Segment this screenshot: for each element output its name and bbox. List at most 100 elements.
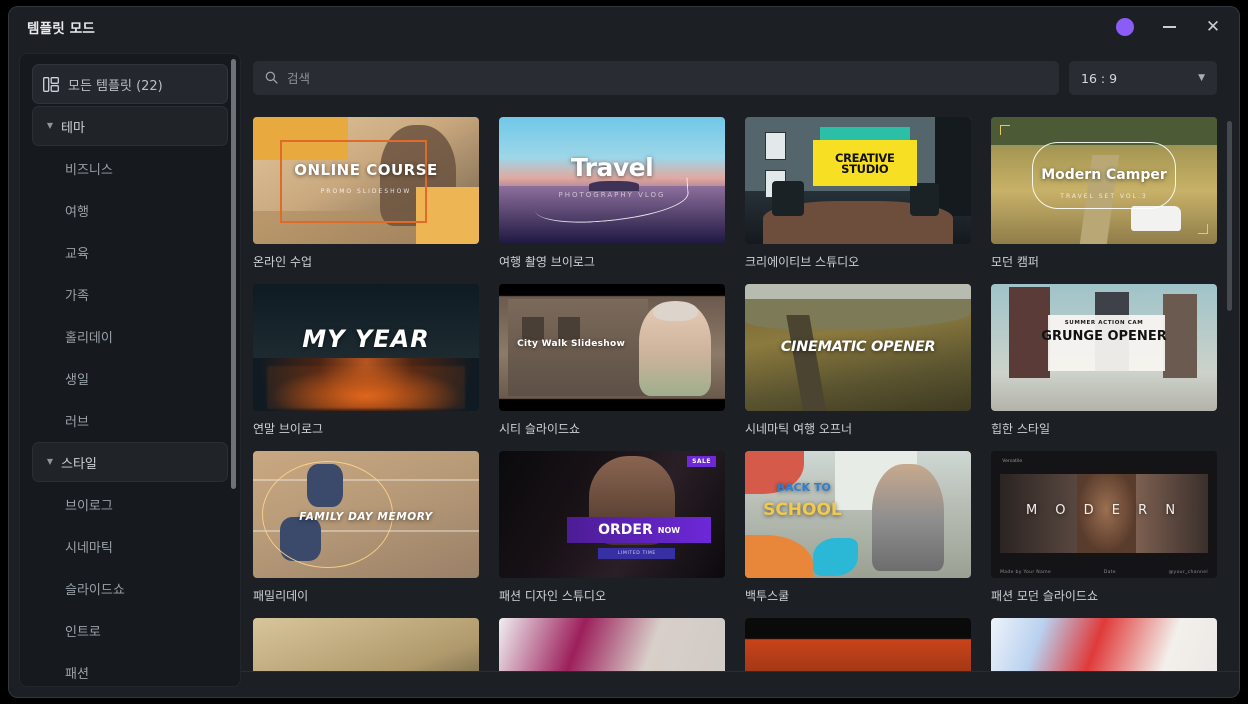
thumbnail-title: M O D E R N — [1025, 503, 1183, 519]
search-box[interactable] — [253, 61, 1059, 95]
window-body: 모든 템플릿 (22) ▼ 테마 비즈니스 여행 교육 가족 홀리데이 생일 러… — [9, 47, 1239, 697]
template-thumbnail[interactable]: Modern Camper TRAVEL SET VOL.3 — [991, 117, 1217, 245]
thumbnail-art — [745, 618, 971, 671]
thumbnail-subtitle: SCHOOL — [763, 500, 842, 521]
sidebar-item-holiday[interactable]: 홀리데이 — [32, 316, 228, 356]
sidebar-item-label: 모든 템플릿 (22) — [68, 78, 163, 94]
template-thumbnail[interactable]: City Walk Slideshow — [499, 284, 725, 412]
template-grid-scroll-area[interactable]: ONLINE COURSE PROMO SLIDESHOW 온라인 수업 Tra… — [241, 103, 1239, 671]
sidebar-group-theme[interactable]: ▼ 테마 — [32, 106, 228, 146]
title-bar: 템플릿 모드 ✕ — [9, 7, 1239, 47]
sidebar-item-travel[interactable]: 여행 — [32, 190, 228, 230]
main-scrollbar[interactable] — [1227, 121, 1232, 311]
template-thumbnail[interactable] — [253, 618, 479, 671]
meta-right: @your_channel — [1168, 569, 1208, 575]
template-card[interactable]: SALE ORDER NOW LIMITED TIME 패션 디자인 스튜디오 — [499, 451, 725, 604]
sidebar-item-slideshow[interactable]: 슬라이드쇼 — [32, 568, 228, 608]
sidebar-item-label: 패션 — [65, 666, 89, 682]
sidebar-item-label: 가족 — [65, 288, 89, 304]
thumbnail-art — [991, 618, 1217, 671]
template-card-label: 힙한 스타일 — [991, 422, 1051, 437]
template-card[interactable]: Travel PHOTOGRAPHY VLOG 여행 촬영 브이로그 — [499, 117, 725, 270]
ribbon-text: LIMITED TIME — [617, 551, 656, 557]
template-card-label: 온라인 수업 — [253, 255, 313, 270]
chevron-down-icon: ▼ — [46, 457, 54, 466]
template-grid: ONLINE COURSE PROMO SLIDESHOW 온라인 수업 Tra… — [253, 103, 1217, 671]
thumbnail-art: CINEMATIC OPENER — [745, 284, 971, 412]
template-thumbnail[interactable] — [499, 618, 725, 671]
thumbnail-title: Travel — [570, 153, 654, 183]
thumbnail-subtitle: TRAVEL SET VOL.3 — [1060, 193, 1148, 201]
sidebar-item-family[interactable]: 가족 — [32, 274, 228, 314]
template-card[interactable]: FAMILY DAY MEMORY 패밀리데이 — [253, 451, 479, 604]
sidebar-item-label: 생일 — [65, 372, 89, 388]
sidebar-item-birthday[interactable]: 생일 — [32, 358, 228, 398]
sidebar-item-label: 러브 — [65, 414, 89, 430]
template-card[interactable]: Modern Camper TRAVEL SET VOL.3 모던 캠퍼 — [991, 117, 1217, 270]
template-card[interactable]: City Walk Slideshow 시티 슬라이드쇼 — [499, 284, 725, 437]
template-thumbnail[interactable]: FAMILY DAY MEMORY — [253, 451, 479, 579]
sidebar-item-vlog[interactable]: 브이로그 — [32, 484, 228, 524]
chevron-down-icon: ▼ — [1198, 73, 1205, 83]
account-avatar-button[interactable] — [1103, 9, 1147, 45]
sidebar-group-label: 테마 — [61, 120, 85, 136]
thumbnail-title: MY YEAR — [302, 325, 430, 354]
template-card[interactable] — [991, 618, 1217, 671]
template-card-label: 패션 모던 슬라이드쇼 — [991, 589, 1098, 604]
sidebar-item-label: 슬라이드쇼 — [65, 582, 125, 598]
thumbnail-art: ONLINE COURSE PROMO SLIDESHOW — [253, 117, 479, 245]
aspect-ratio-value: 16 : 9 — [1081, 70, 1118, 86]
template-card[interactable]: MY YEAR 연말 브이로그 — [253, 284, 479, 437]
page-title: 템플릿 모드 — [27, 21, 95, 37]
sidebar-item-business[interactable]: 비즈니스 — [32, 148, 228, 188]
template-card[interactable]: ONLINE COURSE PROMO SLIDESHOW 온라인 수업 — [253, 117, 479, 270]
template-thumbnail[interactable]: ONLINE COURSE PROMO SLIDESHOW — [253, 117, 479, 245]
minimize-button[interactable] — [1147, 9, 1191, 45]
thumbnail-title: ORDER — [598, 522, 653, 539]
search-input[interactable] — [287, 70, 1047, 86]
sidebar-item-intro[interactable]: 인트로 — [32, 610, 228, 650]
sidebar-item-label: 인트로 — [65, 624, 101, 640]
template-thumbnail[interactable] — [745, 618, 971, 671]
sidebar-item-label: 비즈니스 — [65, 162, 113, 178]
thumbnail-subtitle: PROMO SLIDESHOW — [320, 188, 412, 196]
template-card[interactable]: BACK TO SCHOOL 백투스쿨 — [745, 451, 971, 604]
sidebar-group-style[interactable]: ▼ 스타일 — [32, 442, 228, 482]
thumbnail-art: MY YEAR — [253, 284, 479, 412]
template-card[interactable] — [745, 618, 971, 671]
thumbnail-art: SUMMER ACTION CAM GRUNGE OPENER — [991, 284, 1217, 412]
sidebar-item-love[interactable]: 러브 — [32, 400, 228, 440]
template-thumbnail[interactable]: MY YEAR — [253, 284, 479, 412]
sidebar-item-cinematic[interactable]: 시네마틱 — [32, 526, 228, 566]
template-thumbnail[interactable] — [991, 618, 1217, 671]
search-icon — [265, 69, 278, 88]
aspect-ratio-select[interactable]: 16 : 9 ▼ — [1069, 61, 1217, 95]
template-thumbnail[interactable]: CREATIVE STUDIO — [745, 117, 971, 245]
template-card[interactable] — [499, 618, 725, 671]
template-thumbnail[interactable]: CINEMATIC OPENER — [745, 284, 971, 412]
template-card-label: 패밀리데이 — [253, 589, 309, 604]
template-card[interactable] — [253, 618, 479, 671]
template-card-label: 연말 브이로그 — [253, 422, 324, 437]
sidebar-item-all-templates[interactable]: 모든 템플릿 (22) — [32, 64, 228, 104]
sidebar-scrollbar[interactable] — [231, 59, 236, 489]
sidebar-item-education[interactable]: 교육 — [32, 232, 228, 272]
main-panel: 16 : 9 ▼ ONLINE COURSE — [241, 47, 1239, 697]
sidebar-item-fashion[interactable]: 패션 — [32, 652, 228, 686]
template-card[interactable]: Versatile M O D E R N Made by Your Name … — [991, 451, 1217, 604]
template-thumbnail[interactable]: SUMMER ACTION CAM GRUNGE OPENER — [991, 284, 1217, 412]
template-thumbnail[interactable]: Travel PHOTOGRAPHY VLOG — [499, 117, 725, 245]
sidebar-item-label: 브이로그 — [65, 498, 113, 514]
sidebar-scroll-area[interactable]: 모든 템플릿 (22) ▼ 테마 비즈니스 여행 교육 가족 홀리데이 생일 러… — [20, 54, 240, 686]
template-card[interactable]: CREATIVE STUDIO 크리에이티브 스튜디오 — [745, 117, 971, 270]
close-button[interactable]: ✕ — [1191, 9, 1235, 45]
thumbnail-title: FAMILY DAY MEMORY — [299, 511, 433, 524]
template-card[interactable]: CINEMATIC OPENER 시네마틱 여행 오프너 — [745, 284, 971, 437]
template-thumbnail[interactable]: BACK TO SCHOOL — [745, 451, 971, 579]
template-card-label: 패션 디자인 스튜디오 — [499, 589, 606, 604]
meta-mid: Date — [1103, 569, 1116, 575]
template-card[interactable]: SUMMER ACTION CAM GRUNGE OPENER 힙한 스타일 — [991, 284, 1217, 437]
template-thumbnail[interactable]: SALE ORDER NOW LIMITED TIME — [499, 451, 725, 579]
close-icon: ✕ — [1205, 16, 1221, 37]
template-thumbnail[interactable]: Versatile M O D E R N Made by Your Name … — [991, 451, 1217, 579]
